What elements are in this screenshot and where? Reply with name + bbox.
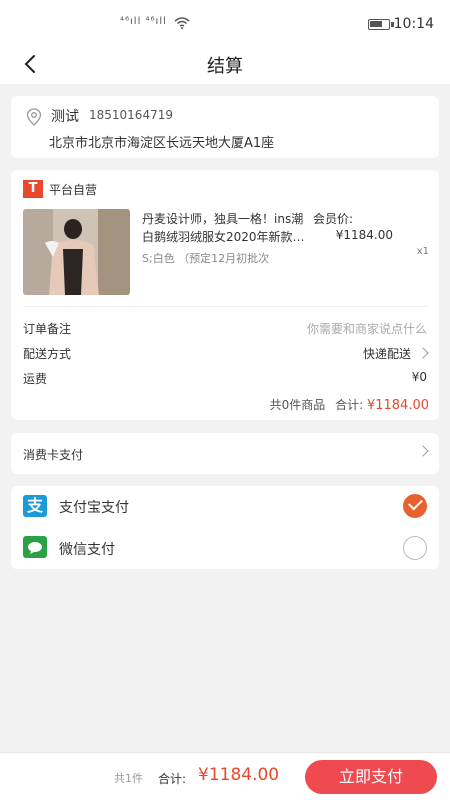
remark-input[interactable]: 你需要和商家说点什么 — [307, 320, 427, 337]
divider — [23, 306, 427, 307]
payment-option-wechat[interactable]: 微信支付 — [59, 539, 115, 559]
chevron-right-icon — [417, 445, 429, 457]
summary-total: ¥1184.00 — [366, 398, 429, 413]
shop-logo: T — [23, 180, 43, 198]
signal-icon: ⁴⁶ıll ⁴⁶ıll — [120, 16, 167, 27]
recipient-phone: 18510164719 — [89, 108, 173, 122]
bottom-bar: 共1件 合计: ¥1184.00 立即支付 — [0, 752, 450, 800]
summary-total-label: 合计: — [335, 398, 364, 412]
consumer-card-label: 消费卡支付 — [23, 448, 84, 462]
product-title-line1: 丹麦设计师，独具一格！ins潮 — [142, 212, 304, 226]
recipient-name: 测试 — [51, 109, 79, 125]
order-card: T 平台自营 丹麦设计师，独具一格！ins潮 会员价: 白鹅绒羽绒服女2020年… — [11, 170, 439, 420]
product-spec: S;白色 （预定12月初批次 — [142, 252, 270, 265]
pay-now-button[interactable]: 立即支付 — [305, 760, 437, 794]
chevron-right-icon — [417, 347, 429, 359]
nav-bar: 结算 — [0, 44, 450, 84]
total-amount: ¥1184.00 — [198, 765, 280, 785]
product-price: ¥1184.00 — [335, 228, 393, 242]
delivery-value: 快递配送 — [362, 347, 411, 361]
wifi-icon — [174, 17, 190, 29]
consumer-card-row[interactable]: 消费卡支付 — [11, 433, 439, 474]
location-pin-icon — [26, 108, 42, 126]
payment-methods: 支 支付宝支付 微信支付 — [11, 486, 439, 569]
status-bar: ⁴⁶ıll ⁴⁶ıll 10:14 — [0, 0, 450, 44]
freight-label: 运费 — [23, 372, 48, 386]
address-card[interactable]: 测试 18510164719 北京市北京市海淀区长远天地大厦A1座 — [11, 96, 439, 158]
product-quantity: x1 — [416, 246, 429, 257]
alipay-radio[interactable] — [403, 494, 427, 518]
status-time: 10:14 — [393, 16, 434, 32]
alipay-icon: 支 — [23, 495, 47, 517]
order-summary: 共0件商品 合计: ¥1184.00 — [270, 396, 429, 413]
address-detail: 北京市北京市海淀区长远天地大厦A1座 — [49, 136, 275, 151]
delivery-selector[interactable]: 快递配送 — [362, 345, 429, 362]
shop-name: 平台自营 — [49, 183, 98, 197]
product-image — [23, 209, 130, 295]
page-title: 结算 — [207, 56, 243, 77]
payment-option-alipay[interactable]: 支付宝支付 — [59, 497, 129, 517]
wechat-radio[interactable] — [403, 536, 427, 560]
remark-label: 订单备注 — [23, 322, 72, 336]
item-count: 共1件 — [114, 772, 143, 785]
delivery-label: 配送方式 — [23, 347, 72, 361]
summary-count: 共0件商品 — [269, 398, 326, 412]
freight-value: ¥0 — [411, 370, 427, 384]
total-label: 合计: — [158, 772, 187, 786]
wechat-pay-icon — [23, 536, 47, 558]
battery-icon — [368, 19, 390, 30]
member-price-label: 会员价: — [313, 212, 354, 226]
